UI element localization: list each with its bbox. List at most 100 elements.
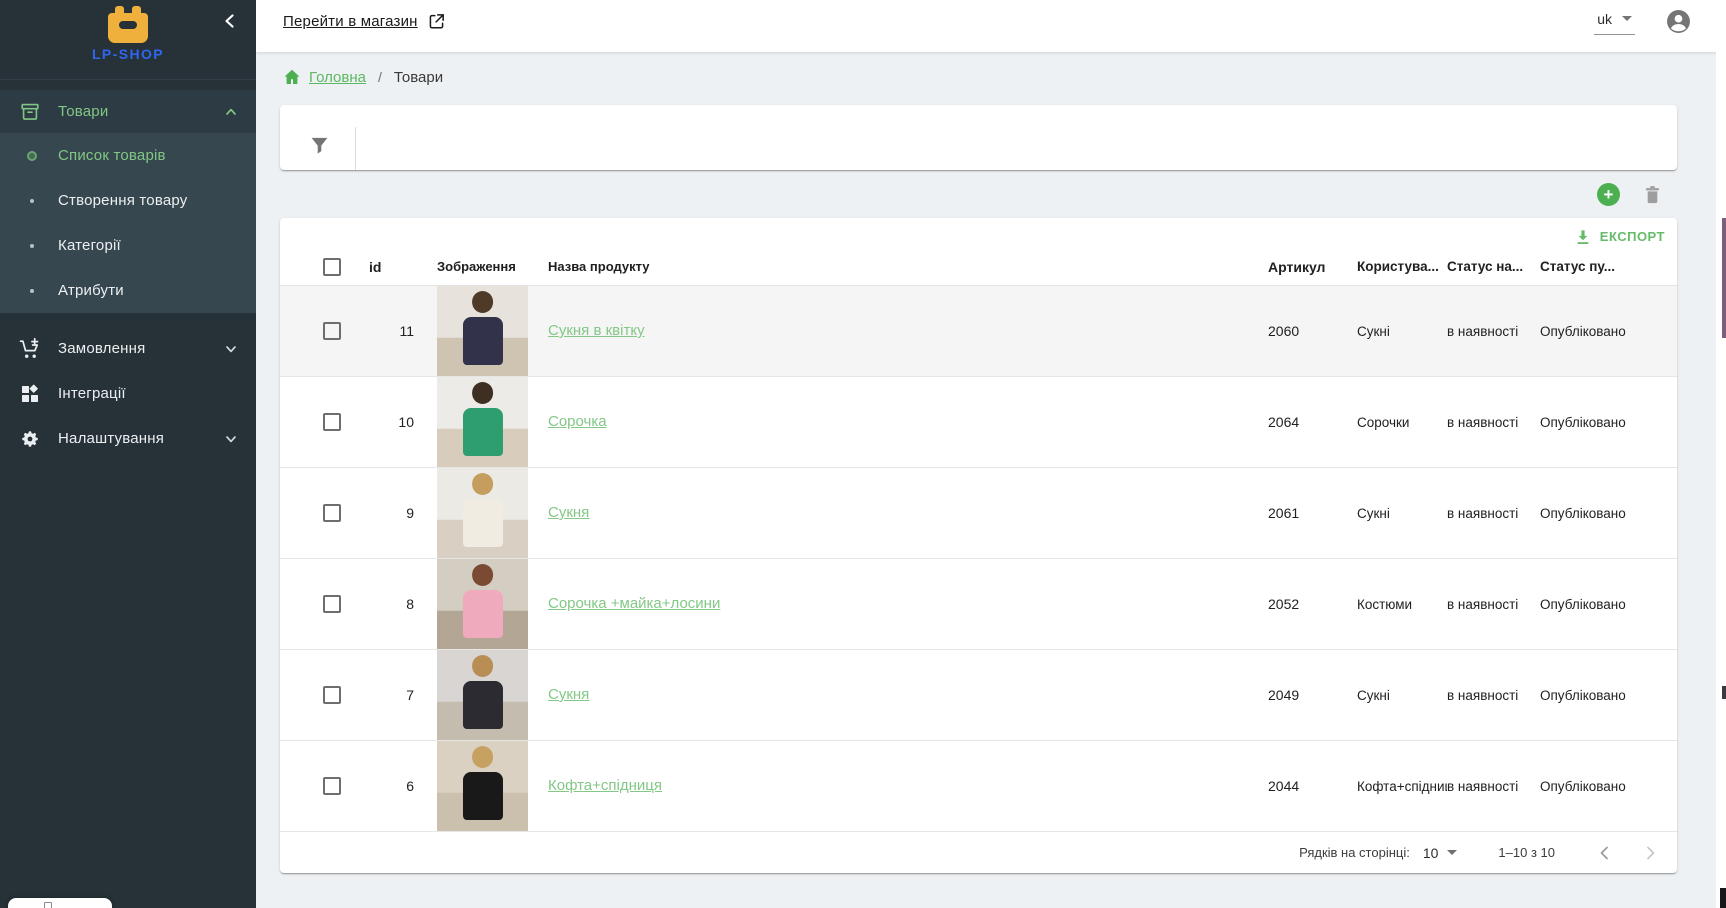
filter-button[interactable]: [310, 136, 342, 168]
cell-id: 10: [352, 414, 416, 430]
row-checkbox[interactable]: [323, 322, 341, 340]
go-to-store-link[interactable]: Перейти в магазин: [283, 12, 446, 31]
product-image: [437, 559, 528, 649]
col-header-stock[interactable]: Статус на...: [1447, 259, 1540, 274]
cell-publish-status: Опубліковано: [1540, 506, 1677, 521]
sidebar-item-label: Інтеграції: [58, 385, 126, 402]
cell-publish-status: Опубліковано: [1540, 779, 1677, 794]
product-link[interactable]: Сорочка: [548, 413, 607, 430]
home-icon: [283, 68, 301, 86]
product-image: [437, 741, 528, 831]
inventory-box-icon: [19, 102, 41, 122]
select-all-checkbox[interactable]: [323, 258, 341, 276]
chevron-left-icon: [1594, 842, 1616, 864]
cell-publish-status: Опубліковано: [1540, 688, 1677, 703]
sidebar: LP-SHOP Товари Список товарів Створення т…: [0, 0, 256, 908]
col-header-name[interactable]: Назва продукту: [548, 259, 1268, 274]
product-link[interactable]: Сукня: [548, 686, 589, 703]
caret-down-icon: [1447, 850, 1457, 855]
sidebar-submenu: Список товарів Створення товаруКатегорії А…: [0, 133, 256, 313]
col-header-category[interactable]: Користува...: [1357, 259, 1447, 274]
sidebar-item-products[interactable]: Товари: [0, 90, 256, 133]
row-checkbox[interactable]: [323, 595, 341, 613]
sidebar-collapse-button[interactable]: [219, 10, 241, 32]
export-label: ЕКСПОРТ: [1600, 229, 1665, 244]
sidebar-subitem[interactable]: Атрибути: [0, 268, 256, 313]
caret-down-icon: [1622, 16, 1632, 21]
chevron-right-icon: [1639, 842, 1661, 864]
pagination: Рядків на сторінці: 10 1–10 з 10: [280, 832, 1677, 873]
cell-stock-status: в наявності: [1447, 779, 1540, 794]
product-image: [437, 650, 528, 740]
sidebar-subitem-label: Атрибути: [58, 282, 124, 299]
chevron-up-icon: [224, 105, 238, 119]
table-row[interactable]: 9Сукня2061Сукнів наявностіОпубліковано: [280, 468, 1677, 559]
cell-article: 2061: [1268, 505, 1357, 521]
cell-publish-status: Опубліковано: [1540, 415, 1677, 430]
shop-bag-logo-icon: [108, 13, 148, 43]
product-image: [437, 468, 528, 558]
cell-stock-status: в наявності: [1447, 506, 1540, 521]
previous-page-button[interactable]: [1594, 842, 1616, 864]
filter-panel: [280, 105, 1677, 170]
row-checkbox[interactable]: [323, 686, 341, 704]
add-product-button[interactable]: +: [1597, 183, 1620, 206]
pagination-range: 1–10 з 10: [1498, 845, 1555, 860]
download-icon: [1574, 228, 1592, 246]
next-page-button[interactable]: [1639, 842, 1661, 864]
breadcrumb-home-link[interactable]: Головна: [309, 69, 366, 86]
product-link[interactable]: Кофта+спідниця: [548, 777, 662, 794]
sidebar-subitem[interactable]: Список товарів: [0, 133, 256, 178]
breadcrumb-separator: /: [378, 69, 382, 85]
topbar: Перейти в магазин uk: [256, 0, 1726, 52]
table-row[interactable]: 8Сорочка +майка+лосини2052Костюмив наявн…: [280, 559, 1677, 650]
sidebar-subitem[interactable]: Категорії: [0, 223, 256, 268]
products-table-card: ЕКСПОРТ id Зображення Назва продукту Арт…: [280, 218, 1677, 873]
active-bullet-icon: [25, 151, 39, 161]
breadcrumb: Головна / Товари: [280, 63, 1677, 91]
product-link[interactable]: Сукня в квітку: [548, 322, 645, 339]
gear-icon: [19, 429, 41, 449]
product-link[interactable]: Сукня: [548, 504, 589, 521]
language-select[interactable]: uk: [1594, 9, 1635, 35]
col-header-id[interactable]: id: [352, 259, 416, 275]
delete-button[interactable]: [1642, 184, 1663, 205]
cutoff-popup-icon: [44, 902, 52, 908]
row-checkbox[interactable]: [323, 413, 341, 431]
row-checkbox[interactable]: [323, 777, 341, 795]
sidebar-subitem[interactable]: Створення товару: [0, 178, 256, 223]
cell-id: 6: [352, 778, 416, 794]
col-header-publish[interactable]: Статус пу...: [1540, 259, 1677, 274]
table-row[interactable]: 11Сукня в квітку2060Сукнів наявностіОпуб…: [280, 286, 1677, 377]
sidebar-menu: Товари Список товарів Створення товаруКат…: [0, 80, 256, 461]
sidebar-item-integrations[interactable]: Інтеграції: [0, 371, 256, 416]
logo-block: LP-SHOP: [0, 0, 256, 80]
breadcrumb-current: Товари: [394, 69, 443, 86]
bullet-icon: [25, 289, 39, 293]
cell-id: 11: [352, 323, 416, 339]
trash-icon: [1642, 184, 1663, 205]
col-header-article[interactable]: Артикул: [1268, 259, 1357, 275]
go-to-store-label[interactable]: Перейти в магазин: [283, 13, 418, 30]
table-row[interactable]: 10Сорочка2064Сорочкив наявностіОпубліков…: [280, 377, 1677, 468]
filter-divider: [355, 127, 356, 170]
widgets-icon: [19, 384, 41, 404]
account-button[interactable]: [1666, 9, 1691, 34]
row-checkbox[interactable]: [323, 504, 341, 522]
sidebar-item-settings[interactable]: Налаштування: [0, 416, 256, 461]
cell-article: 2049: [1268, 687, 1357, 703]
cell-category: Сукні: [1357, 688, 1447, 703]
chevron-left-icon: [222, 13, 238, 29]
table-row[interactable]: 7Сукня2049Сукнів наявностіОпубліковано: [280, 650, 1677, 741]
cell-stock-status: в наявності: [1447, 415, 1540, 430]
cutoff-popup: [8, 898, 112, 908]
product-link[interactable]: Сорочка +майка+лосини: [548, 595, 720, 612]
table-row[interactable]: 6Кофта+спідниця2044Кофта+спідницв наявно…: [280, 741, 1677, 832]
export-button[interactable]: ЕКСПОРТ: [1574, 228, 1665, 246]
table-body: 11Сукня в квітку2060Сукнів наявностіОпуб…: [280, 286, 1677, 832]
col-header-image[interactable]: Зображення: [416, 248, 548, 285]
sidebar-subitem-label: Список товарів: [58, 147, 166, 164]
export-row: ЕКСПОРТ: [280, 218, 1677, 248]
sidebar-item-orders[interactable]: Замовлення: [0, 326, 256, 371]
rows-per-page-select[interactable]: 10: [1423, 845, 1458, 861]
